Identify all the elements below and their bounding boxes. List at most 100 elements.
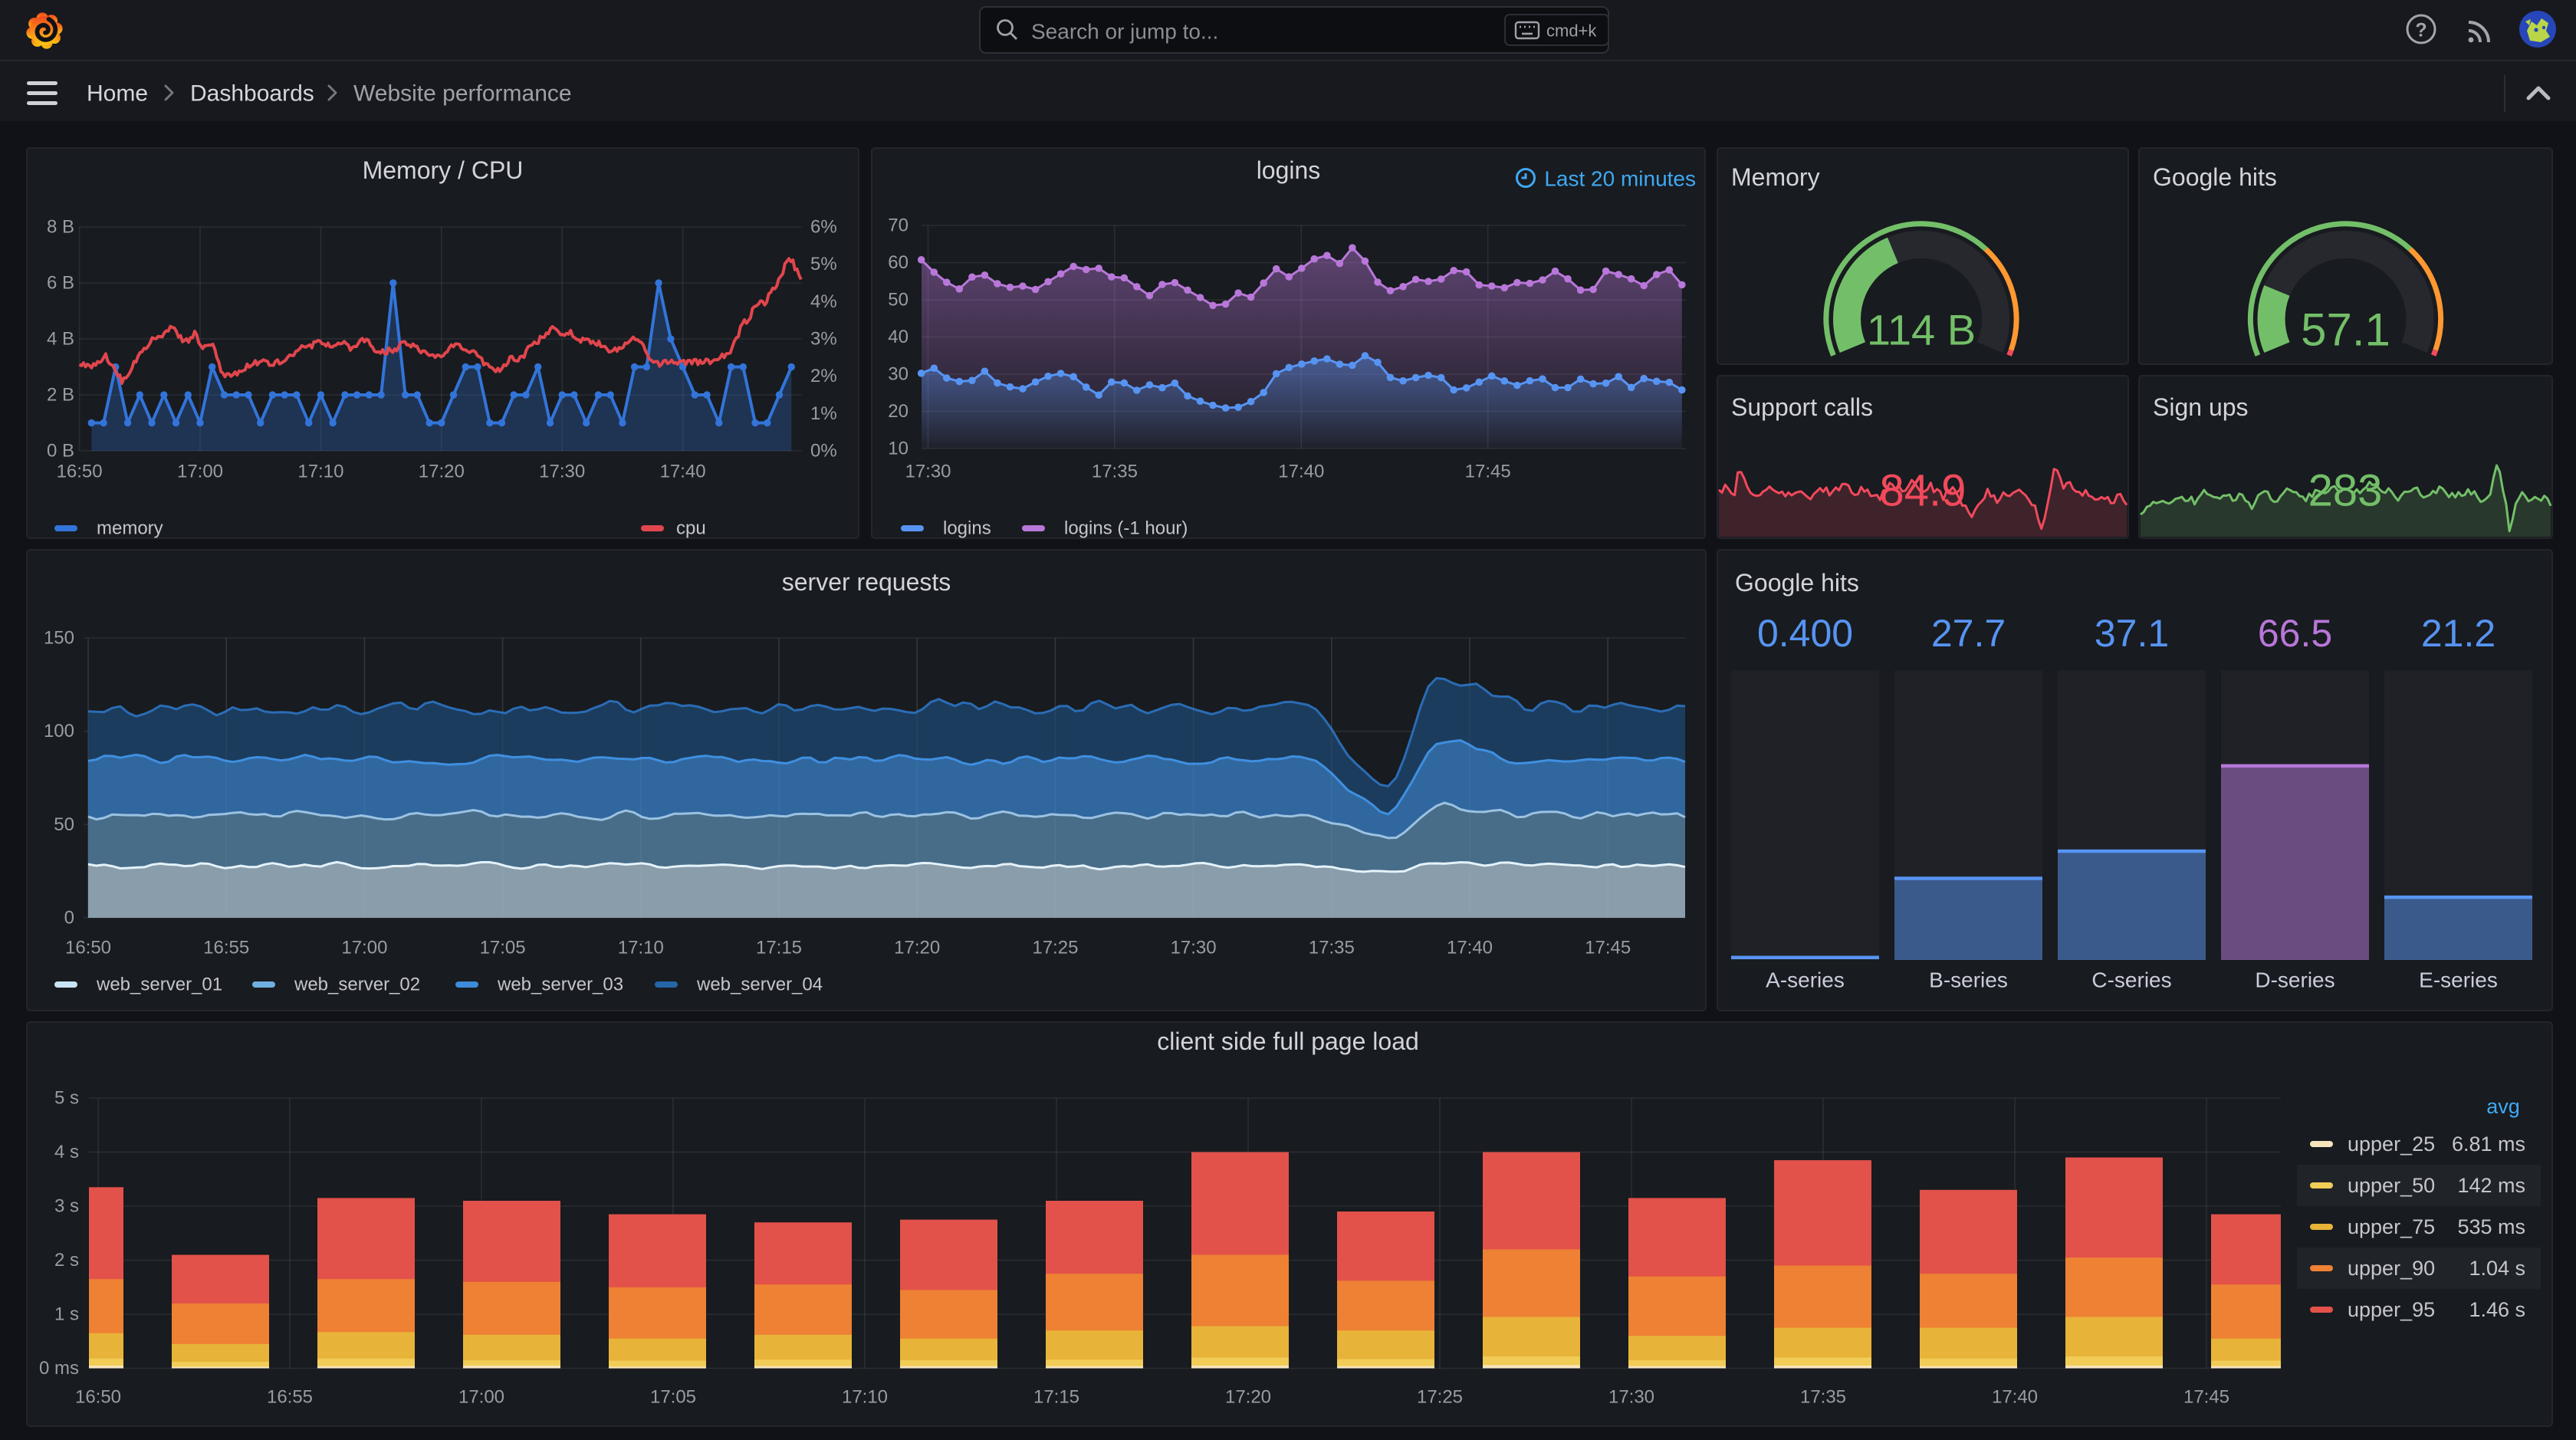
svg-text:16:50: 16:50 — [57, 462, 103, 482]
svg-text:web_server_03: web_server_03 — [497, 975, 623, 995]
svg-text:17:35: 17:35 — [1092, 462, 1138, 482]
svg-text:17:20: 17:20 — [419, 462, 465, 482]
svg-text:Search or jump to...: Search or jump to... — [1031, 20, 1218, 44]
svg-text:142 ms: 142 ms — [2457, 1174, 2525, 1197]
svg-text:50: 50 — [888, 290, 909, 311]
svg-text:20: 20 — [888, 401, 909, 422]
svg-text:5 s: 5 s — [54, 1088, 79, 1109]
svg-text:2 s: 2 s — [54, 1250, 79, 1271]
svg-text:A-series: A-series — [1766, 968, 1845, 992]
svg-text:6%: 6% — [810, 217, 837, 238]
svg-text:web_server_01: web_server_01 — [96, 975, 222, 995]
svg-text:17:00: 17:00 — [458, 1387, 504, 1408]
svg-text:4 s: 4 s — [54, 1142, 79, 1162]
svg-text:37.1: 37.1 — [2095, 612, 2169, 655]
svg-text:17:10: 17:10 — [842, 1387, 888, 1408]
svg-text:17:35: 17:35 — [1309, 938, 1355, 958]
svg-text:17:40: 17:40 — [660, 462, 706, 482]
svg-text:114 B: 114 B — [1867, 306, 1976, 354]
svg-text:17:20: 17:20 — [1225, 1387, 1271, 1408]
svg-text:cmd+k: cmd+k — [1546, 21, 1597, 41]
svg-text:16:55: 16:55 — [267, 1387, 313, 1408]
svg-text:84.9: 84.9 — [1880, 466, 1967, 516]
svg-text:0: 0 — [64, 908, 74, 929]
svg-text:40: 40 — [888, 327, 909, 347]
svg-text:17:30: 17:30 — [1608, 1387, 1654, 1408]
svg-text:17:20: 17:20 — [894, 938, 940, 958]
svg-text:17:10: 17:10 — [618, 938, 664, 958]
svg-text:6 B: 6 B — [47, 273, 74, 294]
svg-text:4 B: 4 B — [47, 329, 74, 350]
svg-text:4%: 4% — [810, 291, 837, 312]
svg-text:0 ms: 0 ms — [39, 1358, 79, 1379]
svg-text:3 s: 3 s — [54, 1196, 79, 1217]
svg-text:17:45: 17:45 — [1465, 462, 1511, 482]
svg-text:17:40: 17:40 — [1278, 462, 1324, 482]
svg-text:60: 60 — [888, 252, 909, 273]
svg-text:Memory: Memory — [1731, 163, 1820, 191]
svg-text:2 B: 2 B — [47, 385, 74, 406]
svg-text:16:50: 16:50 — [65, 938, 111, 958]
svg-text:17:45: 17:45 — [1585, 938, 1631, 958]
svg-text:Website performance: Website performance — [353, 81, 572, 107]
svg-text:0%: 0% — [810, 441, 837, 462]
svg-text:Last 20 minutes: Last 20 minutes — [1544, 167, 1696, 191]
svg-text:8 B: 8 B — [47, 217, 74, 238]
svg-text:upper_25: upper_25 — [2348, 1133, 2435, 1156]
svg-text:Support calls: Support calls — [1731, 393, 1873, 421]
svg-text:E-series: E-series — [2419, 968, 2498, 992]
svg-text:1.04 s: 1.04 s — [2469, 1257, 2525, 1280]
svg-text:web_server_02: web_server_02 — [294, 975, 420, 995]
svg-text:logins: logins — [943, 518, 991, 539]
svg-text:283: 283 — [2308, 466, 2383, 516]
svg-text:0 B: 0 B — [47, 441, 74, 462]
svg-text:21.2: 21.2 — [2421, 612, 2496, 655]
svg-text:?: ? — [2415, 20, 2426, 41]
svg-text:Google hits: Google hits — [2153, 163, 2277, 191]
svg-text:6.81 ms: 6.81 ms — [2452, 1133, 2525, 1156]
svg-text:2%: 2% — [810, 366, 837, 386]
svg-text:57.1: 57.1 — [2301, 304, 2390, 356]
svg-text:150: 150 — [44, 628, 74, 649]
svg-text:upper_90: upper_90 — [2348, 1257, 2435, 1280]
svg-text:upper_50: upper_50 — [2348, 1174, 2435, 1197]
svg-text:17:30: 17:30 — [539, 462, 585, 482]
svg-text:memory: memory — [97, 518, 163, 539]
svg-text:server requests: server requests — [782, 568, 951, 596]
svg-text:Memory / CPU: Memory / CPU — [363, 156, 524, 184]
svg-text:Home: Home — [87, 81, 148, 107]
svg-text:17:30: 17:30 — [1171, 938, 1217, 958]
svg-text:100: 100 — [44, 721, 74, 741]
svg-text:upper_95: upper_95 — [2348, 1298, 2435, 1321]
svg-text:17:05: 17:05 — [650, 1387, 696, 1408]
svg-text:70: 70 — [888, 215, 909, 236]
svg-text:17:40: 17:40 — [1992, 1387, 2038, 1408]
svg-text:10: 10 — [888, 439, 909, 459]
svg-text:C-series: C-series — [2091, 968, 2171, 992]
svg-text:16:50: 16:50 — [75, 1387, 121, 1408]
svg-text:17:25: 17:25 — [1417, 1387, 1463, 1408]
svg-text:17:05: 17:05 — [480, 938, 526, 958]
svg-text:17:35: 17:35 — [1800, 1387, 1846, 1408]
svg-text:logins (-1 hour): logins (-1 hour) — [1064, 518, 1188, 539]
svg-text:17:40: 17:40 — [1447, 938, 1493, 958]
svg-text:17:45: 17:45 — [2183, 1387, 2229, 1408]
svg-text:17:00: 17:00 — [177, 462, 223, 482]
svg-text:66.5: 66.5 — [2258, 612, 2332, 655]
svg-text:Dashboards: Dashboards — [190, 81, 314, 107]
svg-text:logins: logins — [1257, 156, 1321, 184]
svg-text:D-series: D-series — [2255, 968, 2334, 992]
svg-text:1.46 s: 1.46 s — [2469, 1298, 2525, 1321]
svg-text:30: 30 — [888, 364, 909, 385]
svg-text:16:55: 16:55 — [203, 938, 249, 958]
svg-text:web_server_04: web_server_04 — [696, 975, 823, 995]
svg-text:1%: 1% — [810, 403, 837, 424]
svg-text:Google hits: Google hits — [1735, 569, 1859, 597]
svg-text:535 ms: 535 ms — [2457, 1215, 2525, 1238]
svg-text:cpu: cpu — [676, 518, 706, 539]
svg-text:17:10: 17:10 — [297, 462, 343, 482]
svg-text:17:25: 17:25 — [1032, 938, 1078, 958]
svg-text:17:00: 17:00 — [341, 938, 387, 958]
svg-text:17:15: 17:15 — [1033, 1387, 1079, 1408]
svg-text:3%: 3% — [810, 329, 837, 350]
